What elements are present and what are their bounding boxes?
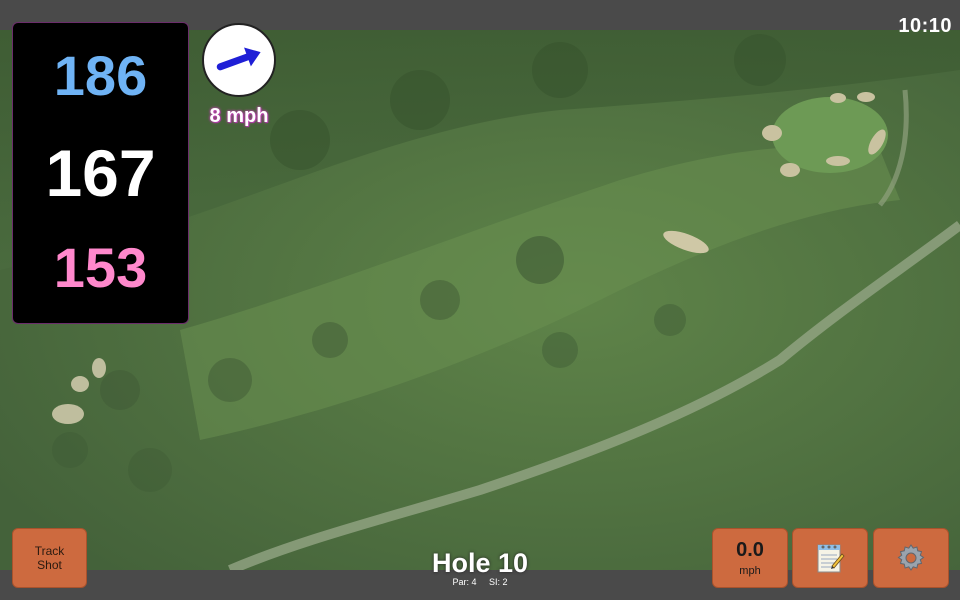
speed-value: 0.0 — [736, 539, 764, 561]
hole-stroke-index: SI: 2 — [489, 577, 508, 587]
track-shot-button[interactable]: Track Shot — [12, 528, 87, 588]
middle-yardage: 167 — [45, 136, 156, 210]
front-yardage: 153 — [53, 236, 148, 299]
settings-button[interactable] — [873, 528, 949, 588]
clock: 10:10 — [898, 15, 952, 37]
track-shot-label-line2: Shot — [37, 558, 62, 572]
hole-title: Hole 10 — [431, 548, 529, 578]
gear-icon — [897, 544, 925, 571]
speed-button[interactable]: 0.0 mph — [712, 528, 788, 588]
speed-unit: mph — [739, 565, 761, 577]
wind-arrow-icon — [216, 47, 261, 71]
yardage-panel: 186 167 153 — [12, 22, 189, 324]
track-shot-label-line1: Track — [34, 544, 65, 558]
notepad-icon — [817, 544, 845, 573]
hole-par: Par: 4 — [452, 577, 477, 587]
wind-direction-dial — [202, 23, 276, 97]
hole-info: Par: 4 SI: 2 — [380, 577, 580, 587]
scorecard-notes-button[interactable] — [792, 528, 868, 588]
back-yardage: 186 — [53, 44, 148, 107]
wind-speed: 8 mph — [209, 105, 269, 127]
